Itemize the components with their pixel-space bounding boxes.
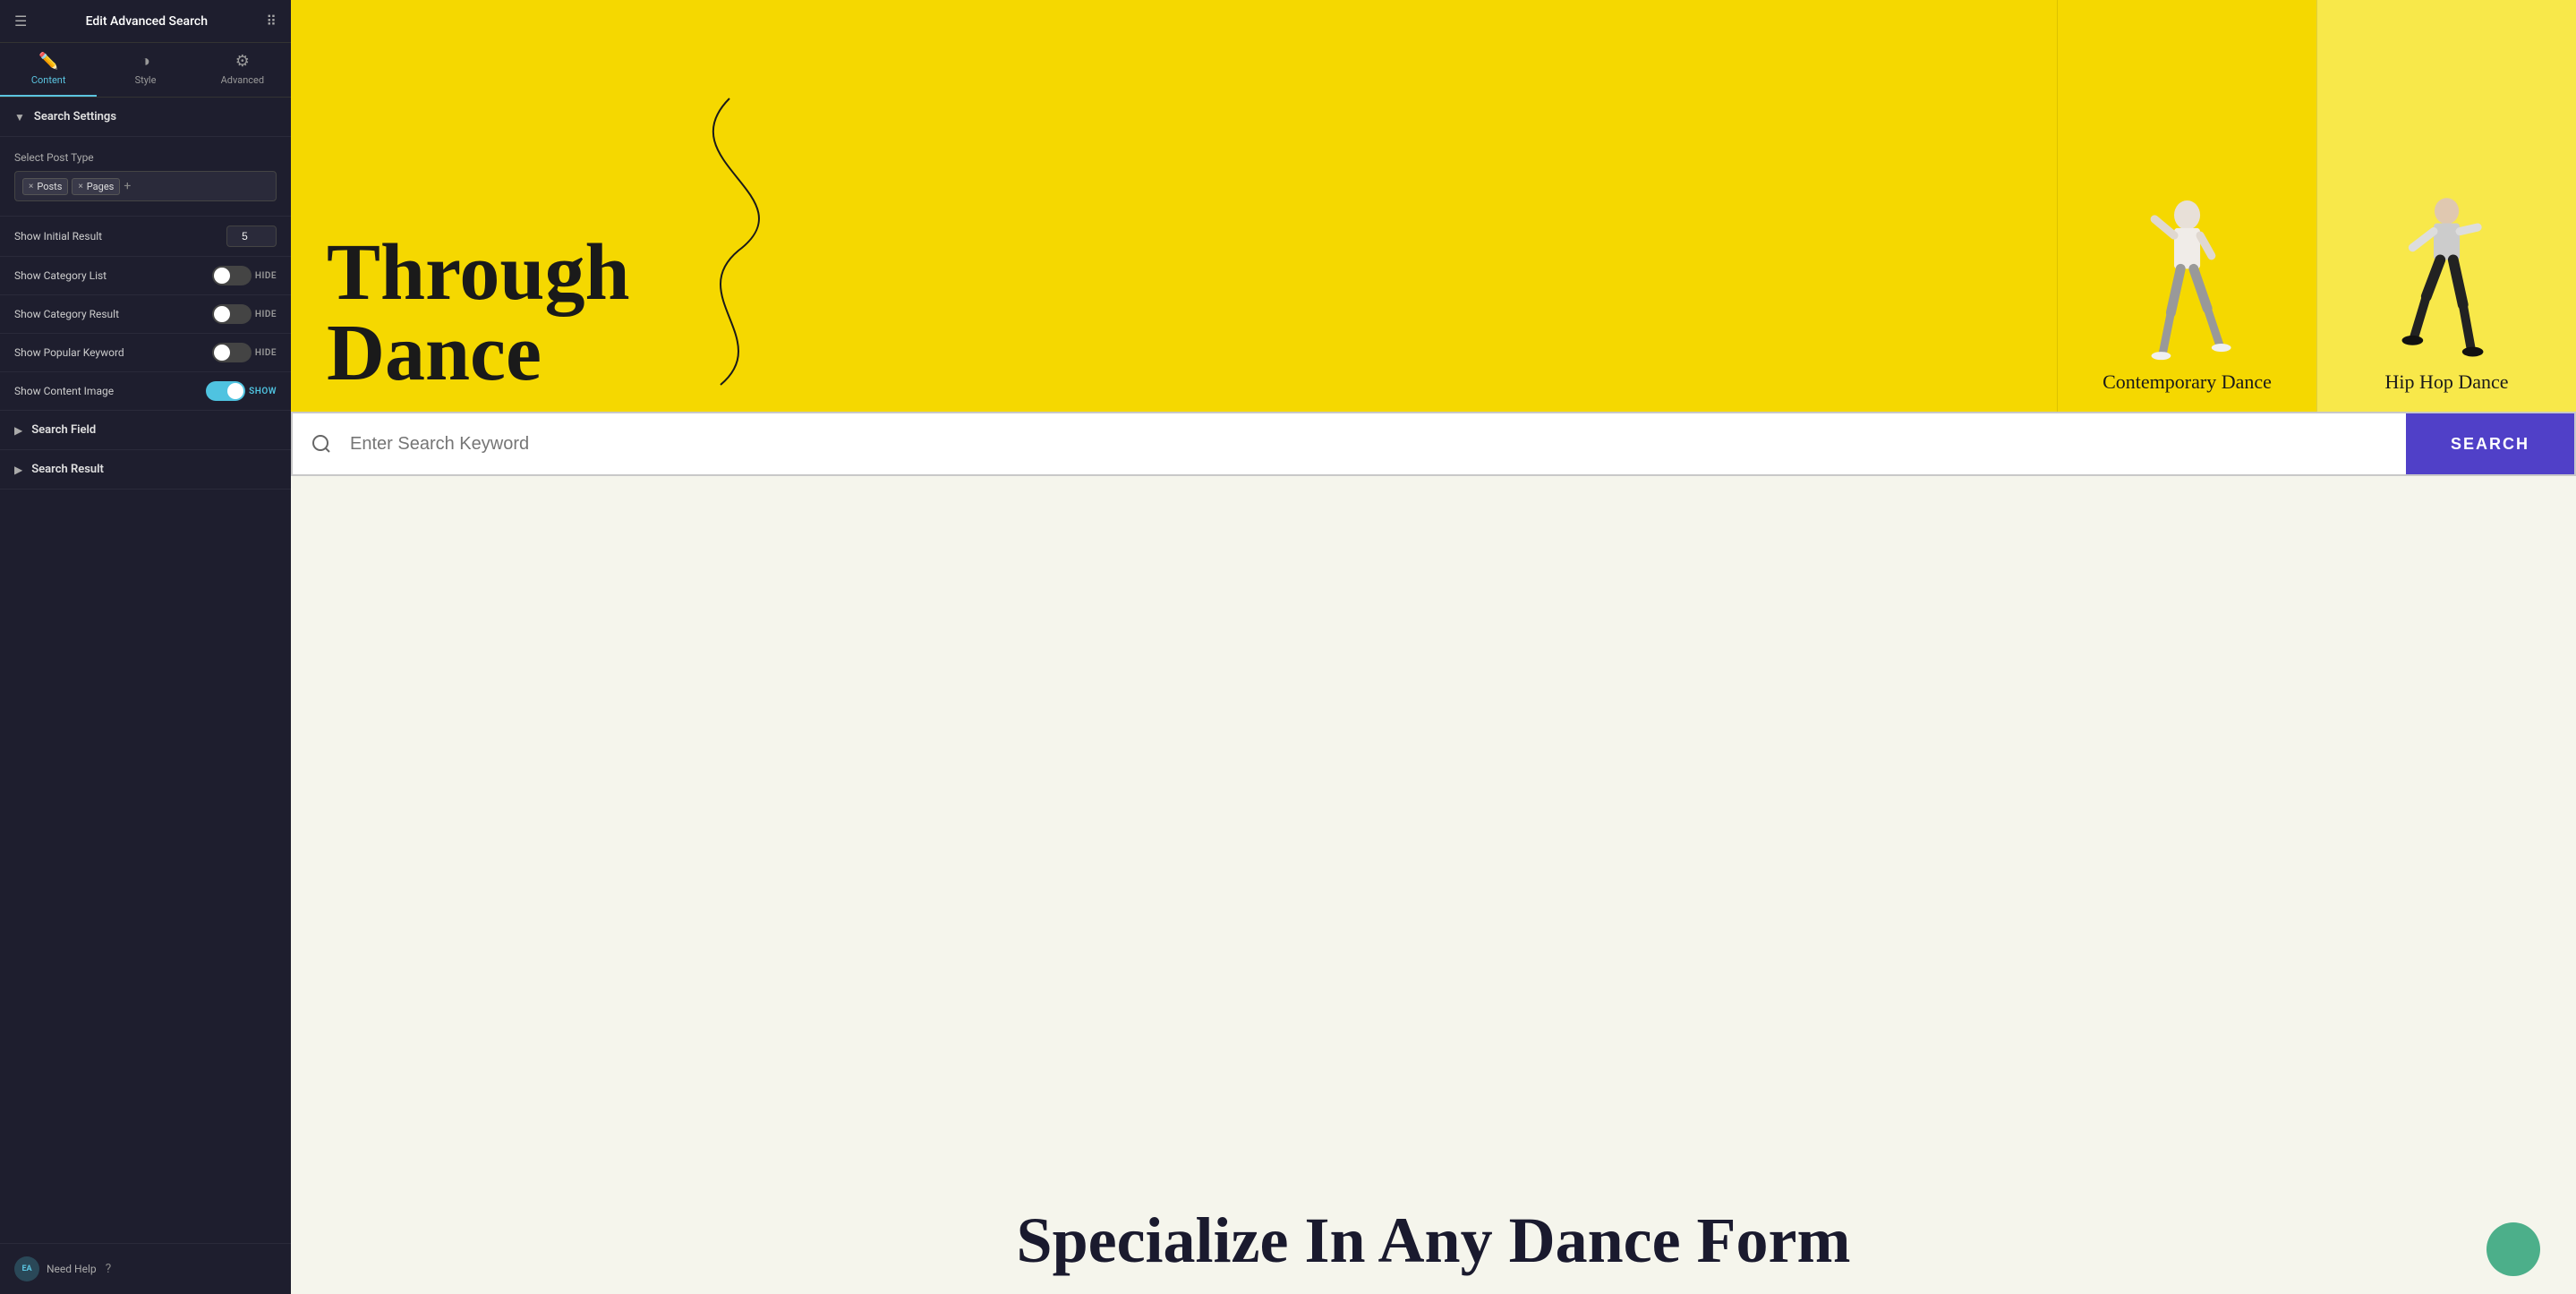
tag-pages: × Pages: [72, 178, 120, 195]
show-category-list-slider: [212, 266, 252, 285]
hiphop-dancer-svg: [2398, 183, 2495, 362]
green-circle-decoration: [2486, 1222, 2540, 1276]
show-popular-keyword-toggle[interactable]: [212, 343, 252, 362]
show-category-result-slider: [212, 304, 252, 324]
search-field-title: Search Field: [31, 423, 96, 437]
show-content-image-row: Show Content Image SHOW: [0, 372, 291, 411]
contemporary-dance-card: Contemporary Dance: [2057, 0, 2316, 412]
show-content-image-slider: [206, 381, 245, 401]
hero-title-line2: Dance: [327, 313, 630, 394]
sidebar-footer: EA Need Help ?: [0, 1243, 291, 1294]
show-content-image-toggle-label: SHOW: [249, 387, 277, 396]
bottom-section: Specialize In Any Dance Form: [291, 476, 2576, 1294]
search-field-chevron: ▶: [14, 424, 22, 437]
tab-content-label: Content: [31, 74, 66, 86]
show-category-result-toggle[interactable]: [212, 304, 252, 324]
tag-pages-remove[interactable]: ×: [78, 182, 82, 192]
content-tab-icon: ✏️: [38, 52, 58, 71]
hero-title-line1: Through: [327, 233, 630, 313]
sidebar: ☰ Edit Advanced Search ⠿ ✏️ Content ◑ St…: [0, 0, 291, 1294]
dance-cards: Contemporary Dance: [2057, 0, 2576, 412]
show-initial-result-row: Show Initial Result: [0, 217, 291, 257]
hero-text: Through Dance: [291, 0, 666, 412]
show-category-result-row: Show Category Result HIDE: [0, 295, 291, 334]
search-settings-title: Search Settings: [34, 110, 116, 123]
show-popular-keyword-label: Show Popular Keyword: [14, 346, 124, 359]
tag-posts-remove[interactable]: ×: [29, 182, 33, 192]
show-category-list-control: HIDE: [212, 266, 277, 285]
search-button[interactable]: SEARCH: [2406, 413, 2574, 474]
search-bar-section: SEARCH: [291, 412, 2576, 476]
search-result-chevron: ▶: [14, 464, 22, 476]
contemporary-dance-label: Contemporary Dance: [2103, 370, 2272, 394]
tab-advanced-label: Advanced: [221, 74, 264, 86]
hamburger-icon[interactable]: ☰: [14, 13, 27, 30]
tab-content[interactable]: ✏️ Content: [0, 43, 97, 97]
contemporary-dancer-visual: [2058, 183, 2316, 362]
show-content-image-label: Show Content Image: [14, 385, 114, 397]
show-popular-keyword-row: Show Popular Keyword HIDE: [0, 334, 291, 372]
ea-badge: EA: [14, 1256, 39, 1281]
show-category-list-toggle[interactable]: [212, 266, 252, 285]
search-settings-chevron: ▼: [14, 111, 25, 123]
search-icon: [293, 413, 350, 474]
hiphop-dance-label: Hip Hop Dance: [2384, 370, 2508, 394]
show-initial-result-input[interactable]: [226, 226, 277, 247]
search-settings-header[interactable]: ▼ Search Settings: [0, 98, 291, 137]
show-popular-keyword-control: HIDE: [212, 343, 277, 362]
show-category-list-toggle-label: HIDE: [255, 271, 277, 281]
need-help-text[interactable]: Need Help: [47, 1263, 97, 1275]
tag-add-button[interactable]: +: [124, 179, 131, 193]
search-settings-content: Select Post Type × Posts × Pages +: [0, 137, 291, 217]
bottom-title: Specialize In Any Dance Form: [1017, 1205, 1851, 1276]
sidebar-tabs: ✏️ Content ◑ Style ⚙ Advanced: [0, 43, 291, 98]
sidebar-header: ☰ Edit Advanced Search ⠿: [0, 0, 291, 43]
contemporary-dancer-svg: [2138, 183, 2236, 362]
post-type-tags[interactable]: × Posts × Pages +: [14, 171, 277, 201]
hiphop-dance-card: Hip Hop Dance: [2316, 0, 2576, 412]
search-result-header[interactable]: ▶ Search Result: [0, 450, 291, 490]
sidebar-title: Edit Advanced Search: [86, 14, 208, 29]
select-post-type-label: Select Post Type: [14, 151, 277, 164]
tab-advanced[interactable]: ⚙ Advanced: [194, 43, 291, 97]
advanced-tab-icon: ⚙: [235, 52, 250, 71]
show-category-list-label: Show Category List: [14, 269, 107, 282]
show-category-result-control: HIDE: [212, 304, 277, 324]
tag-pages-label: Pages: [87, 181, 115, 192]
tab-style[interactable]: ◑ Style: [97, 43, 193, 97]
show-category-list-row: Show Category List HIDE: [0, 257, 291, 295]
tag-posts: × Posts: [22, 178, 68, 195]
help-icon[interactable]: ?: [106, 1262, 112, 1276]
style-tab-icon: ◑: [141, 52, 150, 71]
show-initial-result-label: Show Initial Result: [14, 230, 102, 243]
search-keyword-input[interactable]: [350, 413, 2406, 474]
show-initial-result-control: [226, 226, 277, 247]
search-field-header[interactable]: ▶ Search Field: [0, 411, 291, 450]
show-popular-keyword-slider: [212, 343, 252, 362]
show-category-result-toggle-label: HIDE: [255, 310, 277, 319]
hiphop-dancer-visual: [2317, 183, 2576, 362]
show-content-image-toggle[interactable]: [206, 381, 245, 401]
show-content-image-control: SHOW: [206, 381, 277, 401]
ea-badge-text: EA: [21, 1264, 31, 1273]
show-popular-keyword-toggle-label: HIDE: [255, 348, 277, 358]
tab-style-label: Style: [135, 74, 157, 86]
search-result-title: Search Result: [31, 463, 104, 476]
grid-icon[interactable]: ⠿: [266, 13, 277, 30]
main-content: Through Dance: [291, 0, 2576, 1294]
show-category-result-label: Show Category Result: [14, 308, 119, 320]
sidebar-content: ▼ Search Settings Select Post Type × Pos…: [0, 98, 291, 1294]
hero-section: Through Dance: [291, 0, 2576, 412]
tag-posts-label: Posts: [37, 181, 62, 192]
